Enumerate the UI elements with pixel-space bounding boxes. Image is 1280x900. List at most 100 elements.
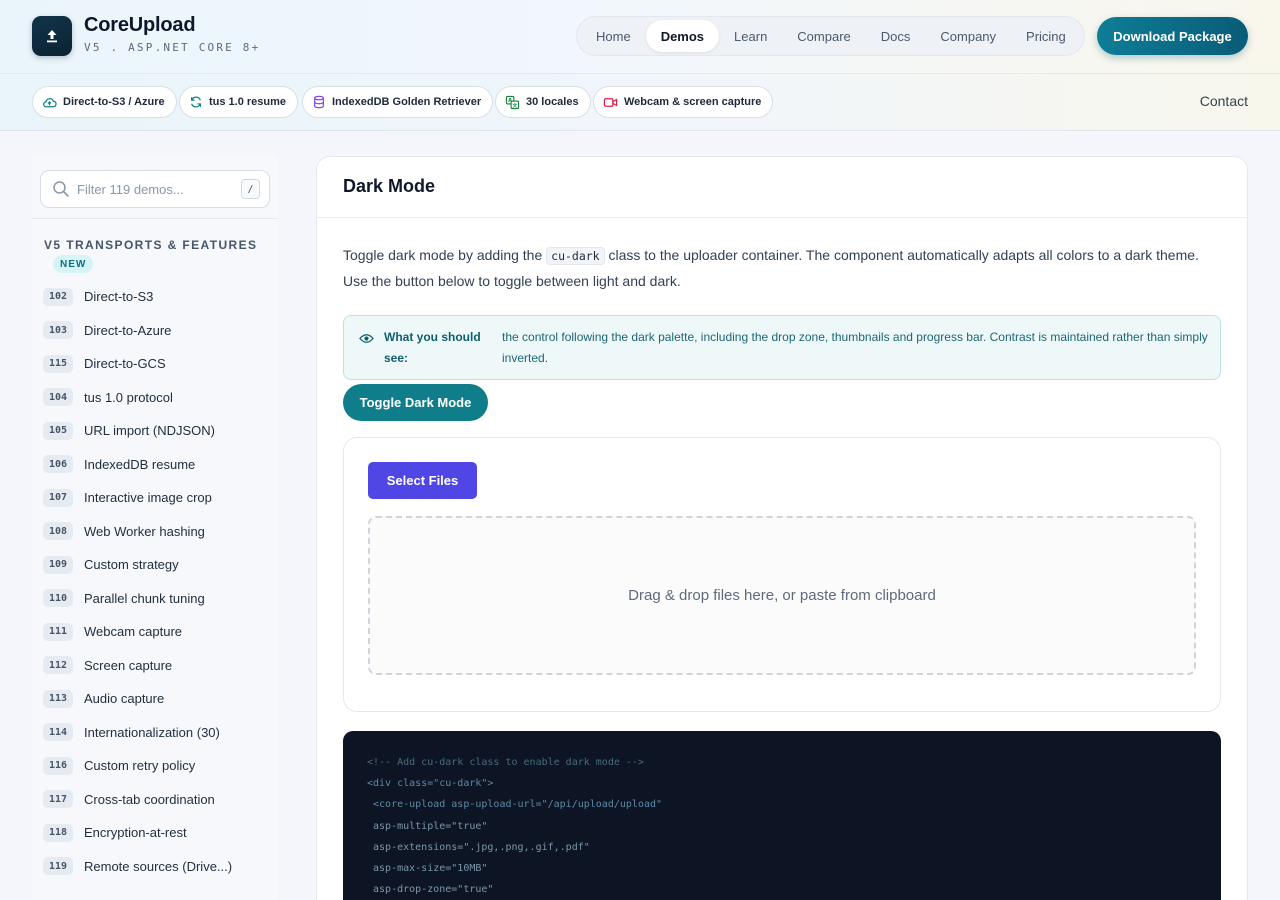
feature-pill-webcam[interactable]: Webcam & screen capture (593, 86, 774, 118)
brand-name[interactable]: CoreUpload (84, 14, 196, 37)
search-icon (53, 181, 69, 197)
demo-label: IndexedDB resume (84, 456, 196, 472)
demo-number: 119 (43, 857, 73, 876)
code-line: asp-drop-zone="true" (367, 884, 494, 896)
demo-item[interactable]: 102 Direct-to-S3 (32, 280, 278, 314)
demo-label: Remote sources (Drive...) (84, 858, 233, 874)
nav-compare[interactable]: Compare (782, 20, 865, 52)
code-line: <!-- Add cu-dark class to enable dark mo… (367, 757, 644, 768)
drop-zone-text: Drag & drop files here, or paste from cl… (628, 587, 936, 604)
drop-zone[interactable]: Drag & drop files here, or paste from cl… (368, 516, 1196, 675)
card-divider (317, 217, 1247, 218)
demo-item[interactable]: 114 Internationalization (30) (32, 716, 278, 750)
nav-company[interactable]: Company (925, 20, 1011, 52)
demo-number: 107 (43, 488, 73, 507)
expectation-callout: What you should see: the control followi… (343, 315, 1221, 380)
demo-label: Custom strategy (84, 557, 179, 573)
callout-label: What you should see: (384, 330, 481, 365)
eye-icon (359, 334, 374, 343)
demo-number: 103 (43, 321, 73, 340)
code-line: asp-extensions=".jpg,.png,.gif,.pdf" (367, 841, 590, 853)
top-header: CoreUpload V5 . ASP.NET CORE 8+ Home Dem… (0, 0, 1280, 74)
demo-label: Parallel chunk tuning (84, 590, 205, 606)
feature-label: 30 locales (526, 96, 579, 108)
demo-number: 110 (43, 589, 73, 608)
search-shortcut-key: / (241, 179, 260, 199)
demo-label: Interactive image crop (84, 490, 212, 506)
demo-item[interactable]: 107 Interactive image crop (32, 481, 278, 515)
demo-search: / (40, 170, 270, 208)
brand-subtitle: V5 . ASP.NET CORE 8+ (84, 41, 261, 54)
demo-item[interactable]: 103 Direct-to-Azure (32, 314, 278, 348)
demo-number: 118 (43, 823, 73, 842)
demo-label: Screen capture (84, 657, 173, 673)
demo-label: Internationalization (30) (84, 724, 220, 740)
nav-pricing[interactable]: Pricing (1011, 20, 1081, 52)
demo-number: 105 (43, 421, 73, 440)
code-line: asp-max-size="10MB" (367, 863, 488, 875)
demo-card: Dark Mode Toggle dark mode by adding the… (316, 156, 1248, 900)
feature-pill-tus[interactable]: tus 1.0 resume (179, 86, 299, 118)
nav-home[interactable]: Home (581, 20, 646, 52)
nav-learn[interactable]: Learn (719, 20, 782, 52)
feature-pill-locales[interactable]: A 文 30 locales (495, 86, 591, 118)
feature-label: Webcam & screen capture (624, 96, 762, 108)
svg-text:A: A (508, 98, 512, 104)
feature-label: tus 1.0 resume (209, 96, 287, 108)
demo-item[interactable]: 111 Webcam capture (32, 615, 278, 649)
demo-item[interactable]: 116 Custom retry policy (32, 749, 278, 783)
demo-search-input[interactable] (77, 171, 237, 207)
demo-item[interactable]: 118 Encryption-at-rest (32, 816, 278, 850)
demo-item[interactable]: 115 Direct-to-GCS (32, 347, 278, 381)
demo-number: 111 (43, 622, 73, 641)
demo-number: 117 (43, 790, 73, 809)
demo-number: 108 (43, 522, 73, 541)
nav-demos[interactable]: Demos (645, 20, 720, 52)
demo-item[interactable]: 110 Parallel chunk tuning (32, 582, 278, 616)
download-package-button[interactable]: Download Package (1097, 17, 1248, 55)
demo-item[interactable]: 112 Screen capture (32, 649, 278, 683)
demo-label: URL import (NDJSON) (84, 423, 215, 439)
demo-number: 114 (43, 723, 73, 742)
uploader-container: Select Files Drag & drop files here, or … (343, 437, 1221, 712)
demo-item[interactable]: 106 IndexedDB resume (32, 448, 278, 482)
refresh-icon (191, 96, 201, 108)
demo-label: Cross-tab coordination (84, 791, 215, 807)
logo-upload-icon[interactable] (32, 16, 72, 56)
demo-item[interactable]: 109 Custom strategy (32, 548, 278, 582)
sidebar-section-title: V5 TRANSPORTS & FEATURES (44, 238, 258, 252)
demo-item[interactable]: 105 URL import (NDJSON) (32, 414, 278, 448)
feature-pill-direct-s3[interactable]: Direct-to-S3 / Azure (32, 86, 177, 118)
feature-pill-indexeddb[interactable]: IndexedDB Golden Retriever (302, 86, 494, 118)
demo-number: 116 (43, 756, 73, 775)
demo-item[interactable]: 119 Remote sources (Drive...) (32, 850, 278, 884)
code-line: <core-upload asp-upload-url="/api/upload… (367, 799, 663, 811)
code-line: <div class="cu-dark"> (367, 778, 494, 790)
select-files-button[interactable]: Select Files (368, 462, 477, 499)
toggle-dark-mode-button[interactable]: Toggle Dark Mode (343, 384, 488, 421)
database-icon (314, 95, 324, 109)
demo-label: Custom retry policy (84, 758, 196, 774)
code-sample: <!-- Add cu-dark class to enable dark mo… (343, 731, 1221, 900)
demo-label: Direct-to-GCS (84, 356, 166, 372)
demo-number: 102 (43, 287, 73, 306)
demo-label: Encryption-at-rest (84, 825, 187, 841)
demo-label: Direct-to-S3 (84, 289, 154, 305)
callout-text: the control following the dark palette, … (502, 330, 1208, 365)
cloud-upload-icon (43, 97, 57, 107)
demo-number: 109 (43, 555, 73, 574)
feature-label: Direct-to-S3 / Azure (63, 96, 165, 108)
demo-item[interactable]: 108 Web Worker hashing (32, 515, 278, 549)
demo-number: 113 (43, 689, 73, 708)
main-nav: Home Demos Learn Compare Docs Company Pr… (576, 16, 1085, 56)
desc-inline-code: cu-dark (546, 247, 605, 265)
demo-description: Toggle dark mode by adding the cu-dark c… (343, 243, 1223, 294)
demo-number: 115 (43, 354, 73, 373)
demo-item[interactable]: 104 tus 1.0 protocol (32, 381, 278, 415)
video-icon (603, 97, 618, 107)
demo-item[interactable]: 113 Audio capture (32, 682, 278, 716)
contact-link[interactable]: Contact (1200, 93, 1248, 109)
demo-label: Audio capture (84, 691, 165, 707)
nav-docs[interactable]: Docs (866, 20, 926, 52)
demo-item[interactable]: 117 Cross-tab coordination (32, 783, 278, 817)
